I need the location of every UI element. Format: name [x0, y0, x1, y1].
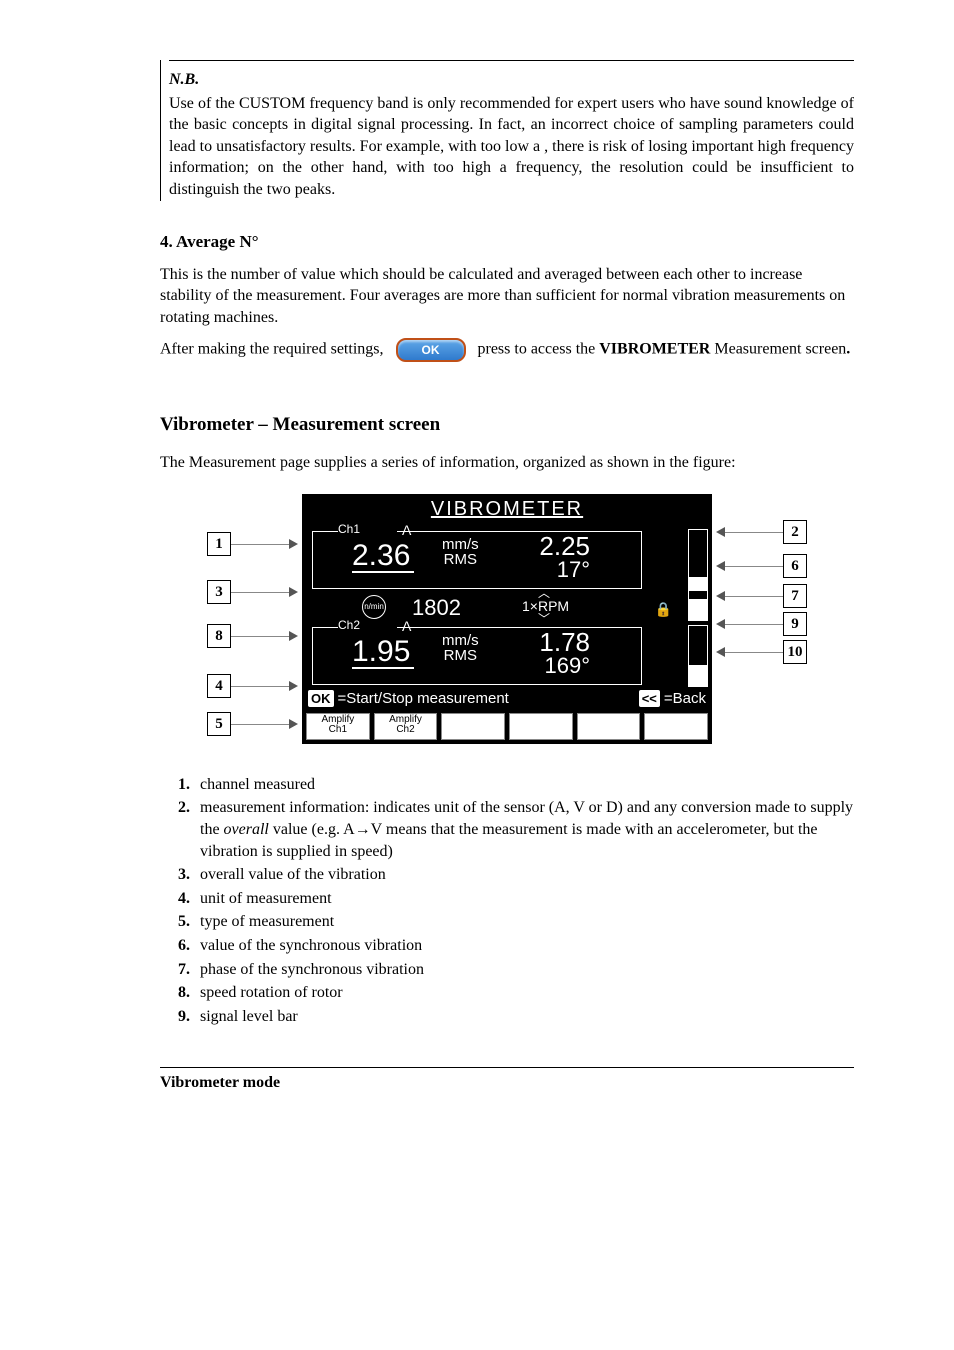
ch2-label: Ch2 — [338, 617, 360, 633]
rpm-icon: n/min — [362, 595, 386, 619]
device-screen: VIBROMETER Ch1 A 2.36 mm/s RMS 2.25 17° — [302, 494, 712, 744]
legend-8: 8.speed rotation of rotor — [178, 982, 854, 1004]
after-settings-post: press to access the — [478, 341, 600, 358]
callout-2: 2 — [783, 520, 807, 544]
legend-3: 3.overall value of the vibration — [178, 864, 854, 886]
legend-2: 2. measurement information: indicates un… — [178, 797, 854, 862]
softkey-4[interactable] — [509, 713, 573, 740]
after-settings-para: After making the required settings, OK p… — [160, 338, 854, 362]
callout-7: 7 — [783, 584, 807, 608]
ok-button-graphic: OK — [396, 338, 466, 362]
ch2-sync-value: 1.78 — [520, 629, 590, 655]
help-ok-key: OK — [308, 690, 334, 708]
ch2-sync-phase: 169° — [520, 655, 590, 677]
avg-n-heading: 4. Average N° — [160, 231, 854, 254]
legend-1: 1.channel measured — [178, 774, 854, 796]
ch2-block: Ch2 A 1.95 mm/s RMS 1.78 169° — [302, 623, 712, 687]
ch2-level-bar — [688, 625, 708, 687]
callout-8: 8 — [207, 624, 231, 648]
callout-3: 3 — [207, 580, 231, 604]
legend-7: 7.phase of the synchronous vibration — [178, 959, 854, 981]
softkey-3[interactable] — [441, 713, 505, 740]
screen-intro: The Measurement page supplies a series o… — [160, 452, 854, 474]
callout-4: 4 — [207, 674, 231, 698]
arrow-icon: → — [355, 821, 371, 838]
footer: Vibrometer mode — [160, 1067, 854, 1094]
ch1-conversion: A — [402, 521, 411, 540]
vibrometer-figure: 1 3 8 4 5 2 6 7 9 10 VIBROMETER Ch — [207, 494, 807, 744]
softkey-amplify-ch1[interactable]: AmplifyCh1 — [306, 713, 370, 740]
help-ok-text: =Start/Stop measurement — [338, 689, 509, 709]
ch1-sync-phase: 17° — [520, 559, 590, 581]
help-back-text: =Back — [664, 689, 706, 709]
mid-level-bar — [688, 577, 708, 621]
rpm-row: n/min 1802 ︿ 1×RPM ﹀ 🔒 — [312, 591, 702, 623]
ch2-overall: 1.95 — [352, 637, 414, 669]
callout-10: 10 — [783, 640, 807, 664]
screen-heading: Vibrometer – Measurement screen — [160, 412, 854, 438]
vibrometer-bold: VIBROMETER — [599, 341, 710, 358]
help-row: OK =Start/Stop measurement << =Back — [302, 687, 712, 711]
after-settings-pre: After making the required settings, — [160, 341, 388, 358]
nb-title: N.B. — [169, 69, 854, 91]
callout-5: 5 — [207, 712, 231, 736]
softkey-5[interactable] — [577, 713, 641, 740]
lock-icon: 🔒 — [655, 600, 672, 619]
ch1-type: RMS — [442, 552, 479, 568]
ch2-conversion: A — [402, 617, 411, 636]
device-title: VIBROMETER — [302, 494, 712, 527]
callout-1: 1 — [207, 532, 231, 556]
help-back-key: << — [639, 690, 660, 708]
legend-4: 4.unit of measurement — [178, 888, 854, 910]
nb-body: Use of the CUSTOM frequency band is only… — [169, 93, 854, 201]
softkey-row: AmplifyCh1 AmplifyCh2 — [302, 711, 712, 740]
ch1-overall: 2.36 — [352, 541, 414, 573]
ch1-sync-value: 2.25 — [520, 533, 590, 559]
softkey-amplify-ch2[interactable]: AmplifyCh2 — [374, 713, 438, 740]
after-settings-tail: Measurement screen — [714, 341, 846, 358]
callout-9: 9 — [783, 612, 807, 636]
softkey-6[interactable] — [644, 713, 708, 740]
ch2-type: RMS — [442, 648, 479, 664]
rpm-value: 1802 — [412, 593, 461, 623]
legend-9: 9. signal level bar — [178, 1006, 854, 1028]
avg-n-body: This is the number of value which should… — [160, 264, 854, 329]
callout-6: 6 — [783, 554, 807, 578]
ch1-unit: mm/s — [442, 537, 479, 553]
ch1-block: Ch1 A 2.36 mm/s RMS 2.25 17° — [302, 527, 712, 591]
legend-list: 1.channel measured 2. measurement inform… — [178, 774, 854, 1028]
legend-5: 5.type of measurement — [178, 911, 854, 933]
ch1-label: Ch1 — [338, 521, 360, 537]
ch2-unit: mm/s — [442, 633, 479, 649]
legend-6: 6.value of the synchronous vibration — [178, 935, 854, 957]
